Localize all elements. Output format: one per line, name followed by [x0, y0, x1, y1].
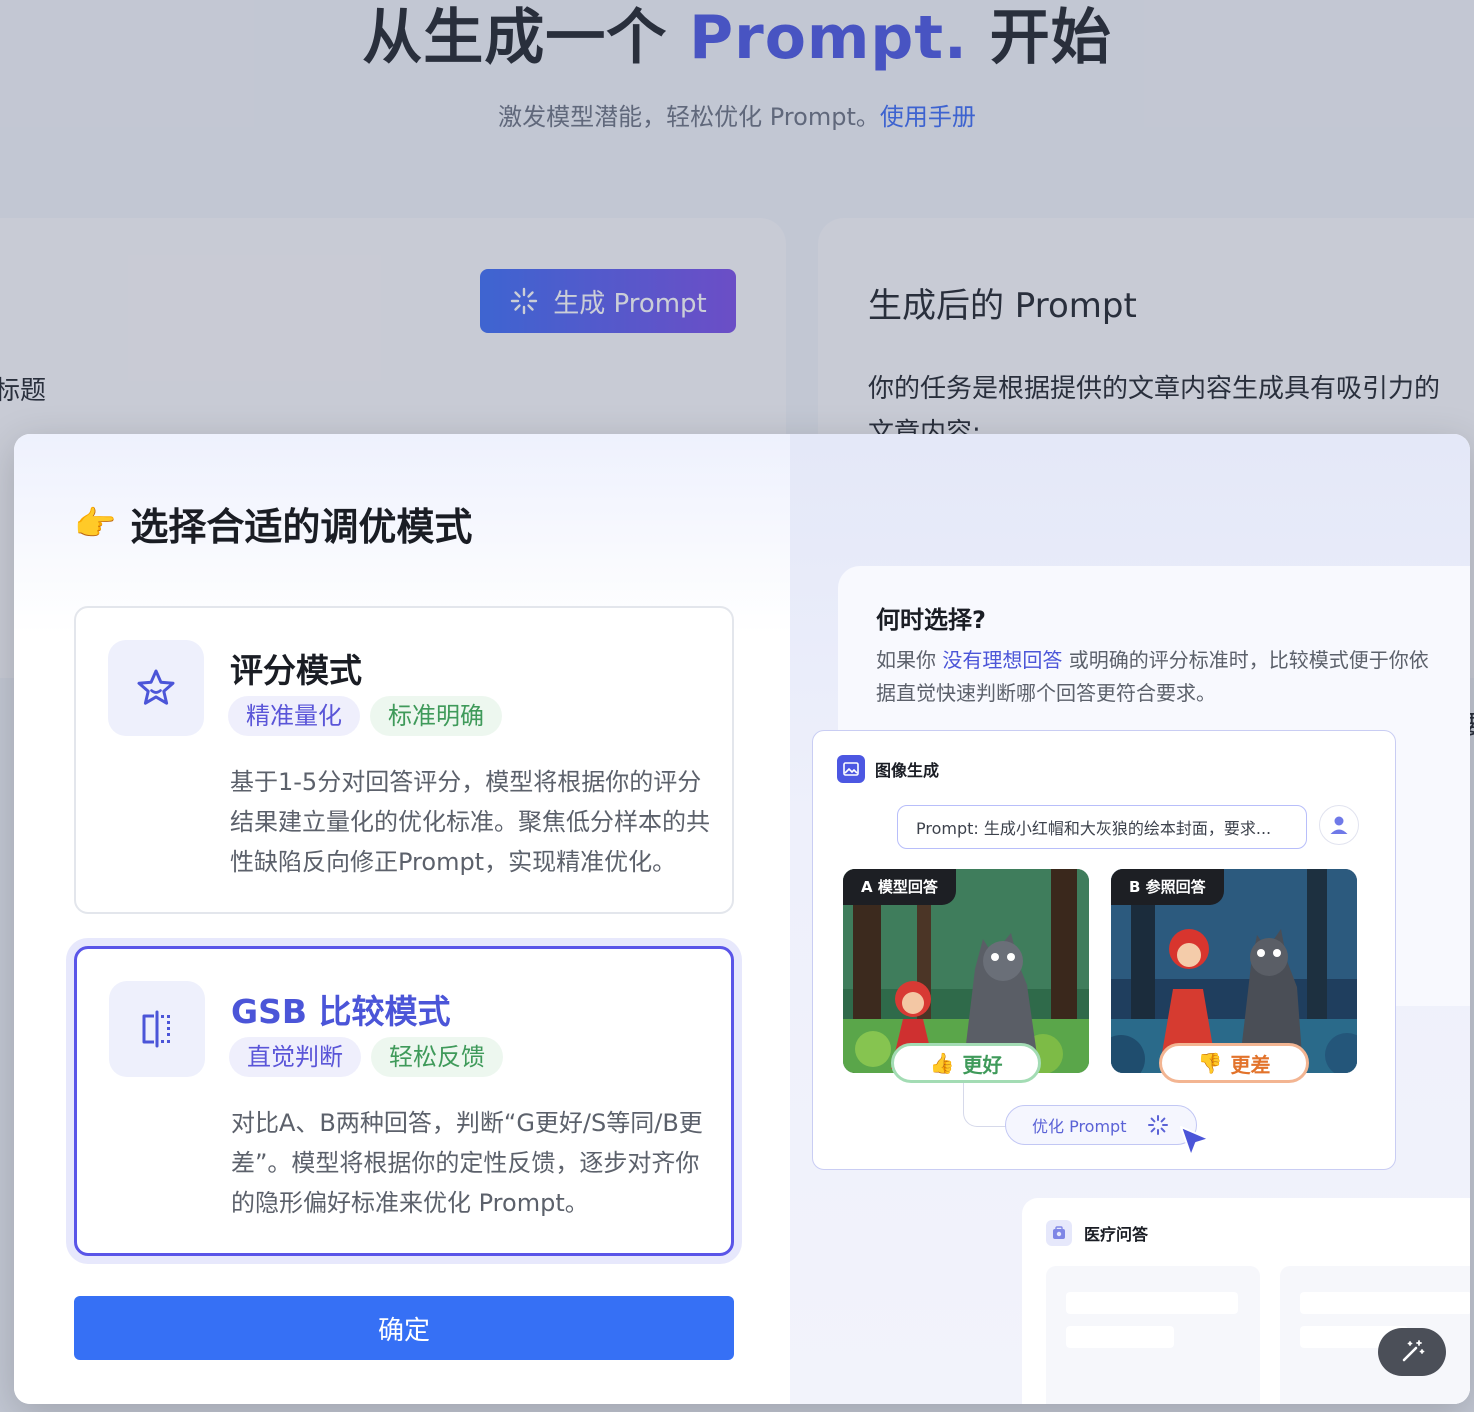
image-icon	[837, 755, 865, 783]
placeholder-line	[1066, 1326, 1174, 1348]
answer-b-label: B 参照回答	[1111, 869, 1224, 905]
sparkle-icon	[1147, 1115, 1168, 1135]
gsb-mode-tags: 直觉判断 轻松反馈	[229, 1037, 503, 1077]
demo-title: 图像生成	[875, 761, 940, 780]
star-icon	[137, 669, 175, 705]
when-to-choose-title: 何时选择?	[876, 606, 986, 634]
answer-a-label: A 模型回答	[843, 869, 956, 905]
score-mode-icon-box	[108, 640, 204, 736]
gsb-mode-card[interactable]: GSB 比较模式 直觉判断 轻松反馈 对比A、B两种回答，判断“G更好/S等同/…	[74, 946, 734, 1256]
compare-icon	[142, 1010, 170, 1048]
tag-easy-feedback: 轻松反馈	[371, 1037, 503, 1077]
placeholder-answer-b	[1280, 1266, 1470, 1404]
verdict-better-label: 更好	[962, 1052, 1003, 1077]
modal-preview-pane: 何时选择? 如果你 没有理想回答 或明确的评分标准时，比较模式便于你依据直觉快速…	[790, 434, 1470, 1404]
verdict-worse-badge: 👎 更差	[1159, 1043, 1309, 1083]
medical-qa-header: 医疗问答	[1046, 1220, 1148, 1246]
page: 从生成一个 Prompt. 开始 激发模型潜能，轻松优化 Prompt。使用手册…	[0, 0, 1474, 1412]
score-mode-card[interactable]: 评分模式 精准量化 标准明确 基于1-5分对回答评分，模型将根据你的评分结果建立…	[74, 606, 734, 914]
medical-kit-icon	[1046, 1220, 1072, 1246]
placeholder-line	[1066, 1292, 1238, 1314]
tag-intuitive: 直觉判断	[229, 1037, 361, 1077]
thumbs-down-icon: 👎	[1197, 1051, 1223, 1075]
placeholder-line	[1300, 1292, 1470, 1314]
image-generation-demo: 图像生成 Prompt: 生成小红帽和大灰狼的绘本封面，要求... A 模型回答…	[812, 730, 1396, 1170]
modal-title-text: 选择合适的调优模式	[130, 505, 473, 549]
tag-precise: 精准量化	[228, 696, 360, 736]
score-mode-name: 评分模式	[230, 651, 362, 690]
pointing-hand-icon: 👉	[74, 503, 117, 544]
gsb-mode-name: GSB 比较模式	[231, 992, 451, 1031]
when-text-prefix: 如果你	[876, 648, 943, 672]
modal-title: 👉 选择合适的调优模式	[74, 496, 472, 551]
modal-left-pane: 👉 选择合适的调优模式 评分模式 精准量化 标准明确 基于1-5分对回答评分，模…	[14, 434, 790, 1404]
placeholder-answer-a	[1046, 1266, 1260, 1404]
score-mode-tags: 精准量化 标准明确	[228, 696, 502, 736]
demo-header: 图像生成	[837, 755, 939, 783]
tuning-mode-modal: 👉 选择合适的调优模式 评分模式 精准量化 标准明确 基于1-5分对回答评分，模…	[14, 434, 1470, 1404]
gsb-mode-icon-box	[109, 981, 205, 1077]
when-to-choose-text: 如果你 没有理想回答 或明确的评分标准时，比较模式便于你依据直觉快速判断哪个回答…	[876, 644, 1436, 710]
demo-prompt-bubble: Prompt: 生成小红帽和大灰狼的绘本封面，要求...	[897, 805, 1307, 849]
user-avatar-icon	[1319, 805, 1359, 845]
optimize-prompt-pill: 优化 Prompt	[1005, 1105, 1197, 1145]
magic-wand-button[interactable]	[1378, 1328, 1446, 1376]
when-text-highlight: 没有理想回答	[942, 648, 1063, 672]
score-mode-description: 基于1-5分对回答评分，模型将根据你的评分结果建立量化的优化标准。聚焦低分样本的…	[230, 768, 710, 876]
magic-wand-icon	[1402, 1340, 1425, 1362]
thumbs-up-icon: 👍	[929, 1051, 955, 1075]
confirm-button[interactable]: 确定	[74, 1296, 734, 1360]
flow-connector	[963, 1083, 1007, 1127]
medical-qa-title: 医疗问答	[1084, 1225, 1149, 1244]
gsb-mode-description: 对比A、B两种回答，判断“G更好/S等同/B更差”。模型将根据你的定性反馈，逐步…	[231, 1109, 703, 1217]
verdict-better-badge: 👍 更好	[891, 1043, 1041, 1083]
cursor-pointer-icon	[1180, 1126, 1210, 1157]
optimize-prompt-label: 优化 Prompt	[1032, 1117, 1127, 1136]
verdict-worse-label: 更差	[1230, 1052, 1271, 1077]
tag-clear-standard: 标准明确	[370, 696, 502, 736]
